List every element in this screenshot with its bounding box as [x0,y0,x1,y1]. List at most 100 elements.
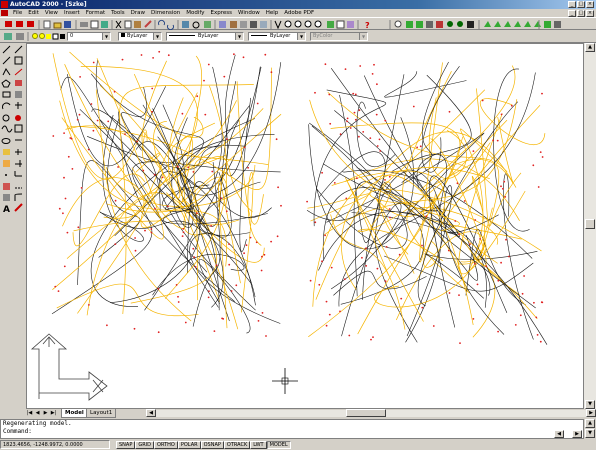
menu-modify[interactable]: Modify [183,9,207,17]
toolbar-icons[interactable]: ? [5,19,561,30]
right-sculpture-grip-point [540,301,543,304]
polar-toggle[interactable]: POLAR [177,440,201,449]
command-prompt[interactable]: Command: [3,428,583,436]
command-scroll-right[interactable]: ▶ [572,430,582,438]
doc-close-button[interactable]: × [586,10,594,17]
command-window[interactable]: Regenerating model. Command: [0,419,584,439]
offset-icon [15,80,22,86]
menu-help[interactable]: Help [263,9,282,17]
right-sculpture-grip-point [539,151,542,153]
lineweight-select[interactable]: ByLayer ▼ [248,32,306,41]
osnap-toggle[interactable]: OSNAP [200,440,224,449]
right-sculpture-grip-point [448,292,451,294]
command-scroll-left[interactable]: ◀ [554,430,564,438]
right-sculpture-grip-point [419,145,422,148]
close-button[interactable]: × [586,1,594,8]
command-scrollbar[interactable]: ▲ ▼ [584,419,596,439]
menu-tools[interactable]: Tools [108,9,128,17]
left-sculpture-grip-point [167,205,169,208]
layer-select[interactable]: 0 ▼ [67,32,111,41]
ortho-toggle[interactable]: ORTHO [154,440,178,449]
menu-window[interactable]: Window [235,9,263,17]
tab-last-button[interactable]: ▶| [50,410,57,417]
left-sculpture-grip-point [76,118,79,121]
right-sculpture-grip-point [479,238,481,240]
menu-view[interactable]: View [42,9,61,17]
left-sculpture-grip-point [113,90,116,93]
menu-edit[interactable]: Edit [25,9,42,17]
tracking-icon [192,21,200,29]
paste-icon [134,21,141,28]
right-sculpture-grip-point [454,220,457,222]
scroll-right-button[interactable]: ▶ [586,409,596,417]
drawing-canvas[interactable] [27,44,583,408]
left-sculpture-grip-point [167,54,170,57]
lwt-toggle[interactable]: LWT [250,440,267,449]
left-sculpture-grip-point [66,231,69,234]
doc-minimize-button[interactable]: _ [568,10,576,17]
right-sculpture-grip-point [325,324,328,327]
command-scroll-down[interactable]: ▼ [585,429,595,438]
left-sculpture-grip-point [79,76,81,78]
draw-toolbar[interactable]: A [0,43,25,213]
menu-insert[interactable]: Insert [61,9,83,17]
left-sculpture-grip-point [213,330,216,332]
left-sculpture-grip-point [192,247,195,250]
document-icon[interactable] [1,10,8,16]
layer-value: 0 [70,33,74,39]
menu-format[interactable]: Format [83,9,108,17]
tab-next-button[interactable]: ▶ [42,410,49,417]
right-sculpture-grip-point [365,247,367,250]
grid-toggle[interactable]: GRID [135,440,155,449]
scroll-up-button[interactable]: ▲ [585,43,595,52]
menu-file[interactable]: File [10,9,25,17]
document-window-controls: _ □ × [568,10,594,17]
left-sculpture-curve [131,161,281,273]
left-sculpture-grip-point [203,79,205,82]
tab-prev-button[interactable]: ◀ [34,410,41,417]
left-sculpture-grip-point [270,71,273,74]
menu-express[interactable]: Express [208,9,235,17]
command-scroll-up[interactable]: ▲ [585,419,595,428]
left-sculpture-grip-point [243,252,246,255]
menu-dimension[interactable]: Dimension [148,9,183,17]
horizontal-scrollbar[interactable]: ◀ ▶ [146,409,596,417]
et-icon-13 [524,21,531,27]
tab-model[interactable]: Model [61,409,88,418]
app-icon[interactable] [1,1,8,8]
left-sculpture-wireframe[interactable] [51,50,282,337]
right-sculpture-grip-point [358,109,361,112]
coordinate-display[interactable]: 1823.4656, -1248.9972, 0.0000 [0,440,110,449]
scroll-left-button[interactable]: ◀ [146,409,156,417]
linetype-select[interactable]: ByLayer ▼ [166,32,244,41]
right-sculpture-grip-point [448,110,451,113]
hscroll-thumb[interactable] [346,409,386,417]
vertical-scrollbar[interactable]: ▲ ▼ [584,43,596,409]
right-sculpture-grip-point [476,283,479,286]
plotstyle-select[interactable]: ByColor ▼ [310,32,368,41]
menu-adobe-pdf[interactable]: Adobe PDF [281,9,317,17]
maximize-button[interactable]: □ [577,1,585,8]
left-sculpture-grip-point [230,290,233,292]
tab-layout1[interactable]: Layout1 [86,409,117,418]
left-sculpture-grip-point [215,264,218,267]
drawing-area[interactable] [26,43,584,409]
region-icon [3,194,10,201]
right-sculpture-grip-point [376,267,379,270]
color-select[interactable]: ByLayer ▼ [118,32,162,41]
command-hscroll[interactable]: ◀ ▶ [548,430,584,438]
tab-first-button[interactable]: |◀ [26,410,33,417]
right-sculpture-wireframe[interactable] [306,61,548,345]
minimize-button[interactable]: _ [568,1,576,8]
scroll-down-button[interactable]: ▼ [585,400,595,409]
doc-restore-button[interactable]: □ [577,10,585,17]
menu-draw[interactable]: Draw [128,9,148,17]
otrack-toggle[interactable]: OTRACK [223,440,251,449]
right-sculpture-grip-point [532,164,535,167]
left-sculpture-grip-point [249,236,252,239]
right-sculpture-grip-point [359,65,362,67]
scroll-thumb[interactable] [585,219,595,229]
snap-toggle[interactable]: SNAP [116,440,136,449]
right-sculpture-grip-point [321,260,323,263]
model-toggle[interactable]: MODEL [266,440,291,449]
